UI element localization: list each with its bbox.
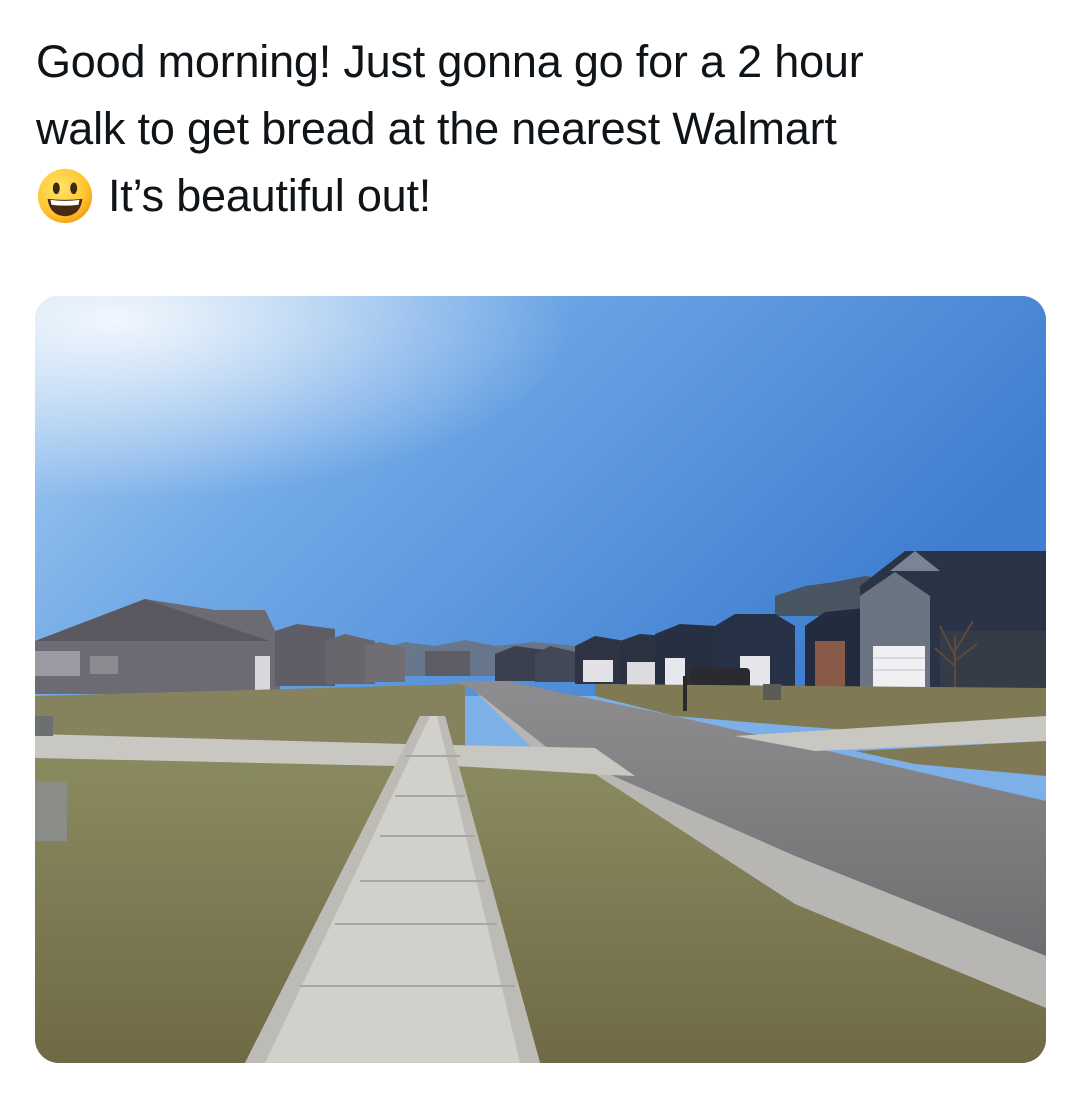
street-photo bbox=[35, 296, 1046, 1063]
utility-box bbox=[35, 781, 67, 841]
post-text-line-3: It’s beautiful out! bbox=[36, 162, 1046, 229]
post-text-line-2: walk to get bread at the nearest Walmart bbox=[36, 103, 837, 154]
grinning-face-emoji-icon bbox=[37, 168, 93, 224]
post-photo[interactable] bbox=[35, 296, 1046, 1063]
post-text: Good morning! Just gonna go for a 2 hour… bbox=[36, 28, 1046, 229]
post-text-line-1: Good morning! Just gonna go for a 2 hour bbox=[36, 36, 864, 87]
post-text-line-3-text: It’s beautiful out! bbox=[108, 170, 432, 221]
